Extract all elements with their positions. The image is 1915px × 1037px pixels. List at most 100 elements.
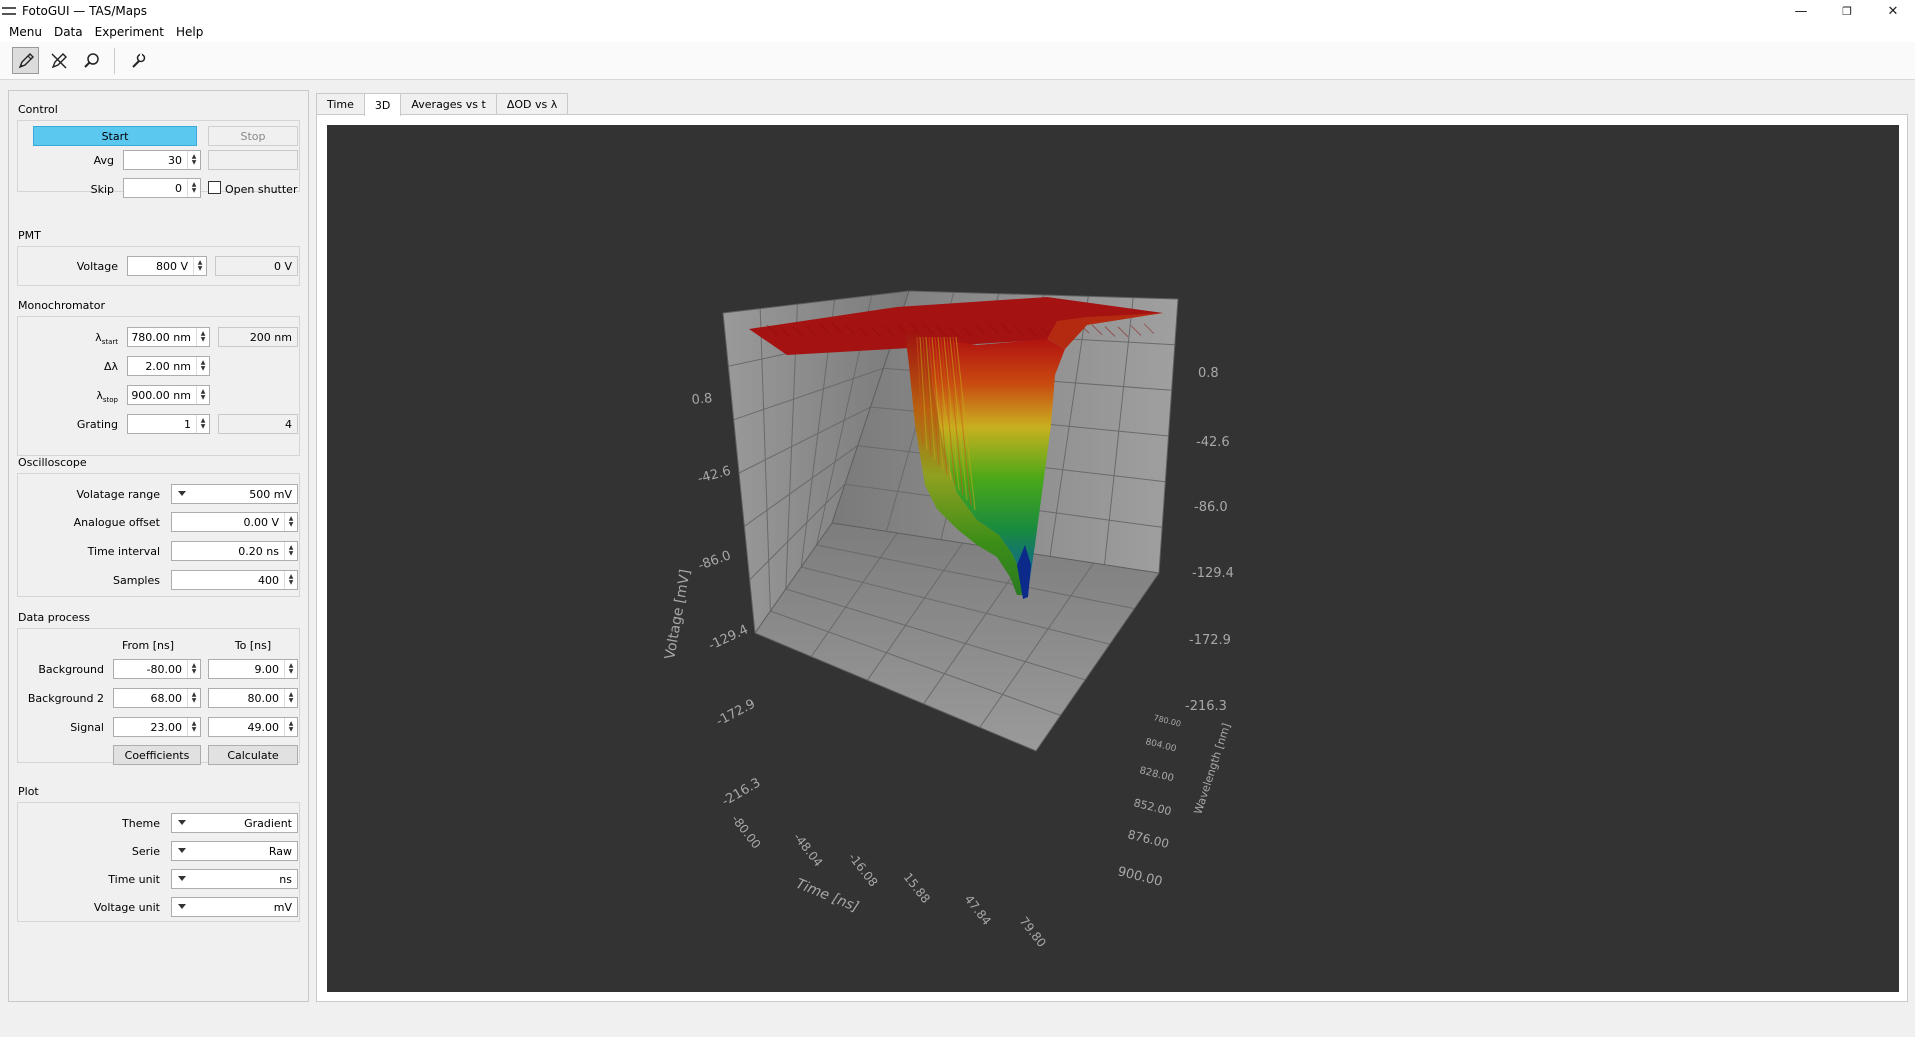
toolbar-pen-slash-button[interactable] (45, 47, 72, 74)
spin-arrows-icon[interactable]: ▲ ▼ (284, 660, 297, 678)
analogue-offset-label: Analogue offset (73, 516, 160, 529)
plot-section-title: Plot (18, 785, 39, 798)
from-header: From [ns] (121, 639, 175, 652)
background2-label: Background 2 (27, 692, 104, 705)
serie-combo[interactable]: Raw (171, 841, 298, 861)
background-to-value: 9.00 (254, 662, 280, 676)
menu-experiment[interactable]: Experiment (89, 25, 170, 39)
background2-to-spinbox[interactable]: 80.00 ▲ ▼ (208, 688, 298, 708)
open-shutter-checkbox[interactable] (208, 181, 221, 194)
spin-arrows-icon[interactable]: ▲ ▼ (187, 179, 200, 197)
voltage-range-combo[interactable]: 500 mV (171, 484, 298, 504)
background-to-spinbox[interactable]: 9.00 ▲ ▼ (208, 659, 298, 679)
toolbar-wrench-button[interactable] (124, 47, 151, 74)
y-tick-right: 0.8 (1198, 366, 1219, 381)
spin-arrows-icon[interactable]: ▲ ▼ (187, 689, 200, 707)
dlambda-spinbox[interactable]: 2.00 nm ▲ ▼ (127, 356, 210, 376)
close-button[interactable]: ✕ (1870, 0, 1915, 22)
spin-arrows-icon[interactable]: ▲ ▼ (196, 328, 209, 346)
spin-arrows-icon[interactable]: ▲ ▼ (193, 257, 206, 275)
spin-arrows-icon[interactable]: ▲ ▼ (284, 718, 297, 736)
spin-arrows-icon[interactable]: ▲ ▼ (284, 542, 297, 560)
dlambda-label: Δλ (103, 360, 118, 373)
z-tick: 804.00 (1144, 737, 1177, 754)
spin-arrows-icon[interactable]: ▲ ▼ (196, 415, 209, 433)
dlambda-value: 2.00 nm (145, 359, 191, 373)
skip-label: Skip (90, 183, 114, 196)
analogue-offset-spinbox[interactable]: 0.00 V ▲ ▼ (171, 512, 298, 532)
lambda-start-spinbox[interactable]: 780.00 nm ▲ ▼ (127, 327, 210, 347)
y-tick-left: -216.3 (720, 776, 764, 810)
background2-from-spinbox[interactable]: 68.00 ▲ ▼ (113, 688, 201, 708)
analogue-offset-value: 0.00 V (243, 515, 279, 529)
oscilloscope-group: Volatage range 500 mV Analogue offset 0.… (17, 473, 300, 597)
lambda-stop-label: λstop (48, 389, 118, 404)
restore-button[interactable]: ❐ (1824, 0, 1870, 22)
theme-combo[interactable]: Gradient (171, 813, 298, 833)
voltage-unit-label: Voltage unit (93, 901, 160, 914)
minimize-button[interactable]: — (1778, 0, 1824, 22)
spin-arrows-icon[interactable]: ▲ ▼ (196, 386, 209, 404)
toolbar-magnifier-button[interactable] (78, 47, 105, 74)
stop-button[interactable]: Stop (208, 126, 298, 146)
lambda-start-value: 780.00 nm (131, 330, 191, 344)
start-button[interactable]: Start (33, 126, 197, 146)
spin-arrows-icon[interactable]: ▲ ▼ (187, 718, 200, 736)
spin-arrows-icon[interactable]: ▲ ▼ (284, 513, 297, 531)
spin-arrows-icon[interactable]: ▲ ▼ (187, 660, 200, 678)
menu-help[interactable]: Help (170, 25, 209, 39)
toolbar-separator (114, 47, 115, 74)
spin-arrows-icon[interactable]: ▲ ▼ (284, 689, 297, 707)
tab-pane-3d: 0.8 -42.6 -86.0 -129.4 -172.9 -216.3 0.8 -42.6 -… (316, 114, 1908, 1002)
voltage-spinbox[interactable]: 800 V ▲ ▼ (127, 256, 207, 276)
theme-value: Gradient (244, 816, 292, 830)
y-tick-right: -216.3 (1185, 699, 1227, 714)
settings-panel: Control Start Stop Avg 30 ▲ ▼ Skip 0 ▲ ▼ Ope… (8, 90, 309, 1002)
signal-from-value: 23.00 (150, 720, 183, 734)
toolbar (0, 42, 1915, 80)
background-label: Background (38, 663, 104, 676)
calculate-button[interactable]: Calculate (208, 745, 298, 765)
signal-from-spinbox[interactable]: 23.00 ▲ ▼ (113, 717, 201, 737)
grating-spinbox[interactable]: 1 ▲ ▼ (127, 414, 210, 434)
toolbar-pen-button[interactable] (12, 47, 39, 74)
spin-arrows-icon[interactable]: ▲ ▼ (284, 571, 297, 589)
tab-3d[interactable]: 3D (363, 93, 402, 116)
tab-averages-vs-t[interactable]: Averages vs t (400, 93, 497, 115)
control-group: Start Stop Avg 30 ▲ ▼ Skip 0 ▲ ▼ Open shutte… (17, 120, 300, 198)
background-from-spinbox[interactable]: -80.00 ▲ ▼ (113, 659, 201, 679)
samples-spinbox[interactable]: 400 ▲ ▼ (171, 570, 298, 590)
samples-value: 400 (258, 573, 279, 587)
surface-plot-3d[interactable]: 0.8 -42.6 -86.0 -129.4 -172.9 -216.3 0.8 -42.6 -… (327, 125, 1899, 992)
lambda-start-subscript: start (101, 338, 118, 347)
spin-arrows-icon[interactable]: ▲ ▼ (187, 151, 200, 169)
serie-value: Raw (268, 844, 292, 858)
avg-value: 30 (168, 153, 182, 167)
skip-spinbox[interactable]: 0 ▲ ▼ (123, 178, 201, 198)
signal-to-spinbox[interactable]: 49.00 ▲ ▼ (208, 717, 298, 737)
y-tick-right: -42.6 (1196, 435, 1230, 450)
menu-menu[interactable]: Menu (0, 25, 48, 39)
tab-dod-vs-lambda[interactable]: ΔOD vs λ (495, 93, 569, 115)
control-section-title: Control (18, 103, 58, 116)
wrench-icon (131, 53, 145, 68)
voltage-range-label: Volatage range (76, 488, 160, 501)
menu-data[interactable]: Data (48, 25, 89, 39)
grating-label: Grating (76, 418, 118, 431)
voltage-label: Voltage (76, 260, 118, 273)
avg-spinbox[interactable]: 30 ▲ ▼ (123, 150, 201, 170)
dropdown-arrow-icon (178, 904, 186, 909)
spin-arrows-icon[interactable]: ▲ ▼ (196, 357, 209, 375)
voltage-unit-combo[interactable]: mV (171, 897, 298, 917)
time-interval-spinbox[interactable]: 0.20 ns ▲ ▼ (171, 541, 298, 561)
voltage-readout: 0 V (215, 256, 298, 276)
background2-from-value: 68.00 (150, 691, 183, 705)
lambda-stop-spinbox[interactable]: 900.00 nm ▲ ▼ (127, 385, 210, 405)
coefficients-button[interactable]: Coefficients (113, 745, 201, 765)
plot-settings-group: Theme Gradient Serie Raw Time unit ns Vo… (17, 802, 300, 922)
tab-time[interactable]: Time (316, 93, 365, 115)
time-interval-label: Time interval (87, 545, 160, 558)
time-unit-combo[interactable]: ns (171, 869, 298, 889)
y-tick-left: -172.9 (714, 697, 758, 730)
surface-plot-svg[interactable]: 0.8 -42.6 -86.0 -129.4 -172.9 -216.3 0.8 -42.6 -… (327, 125, 1899, 992)
